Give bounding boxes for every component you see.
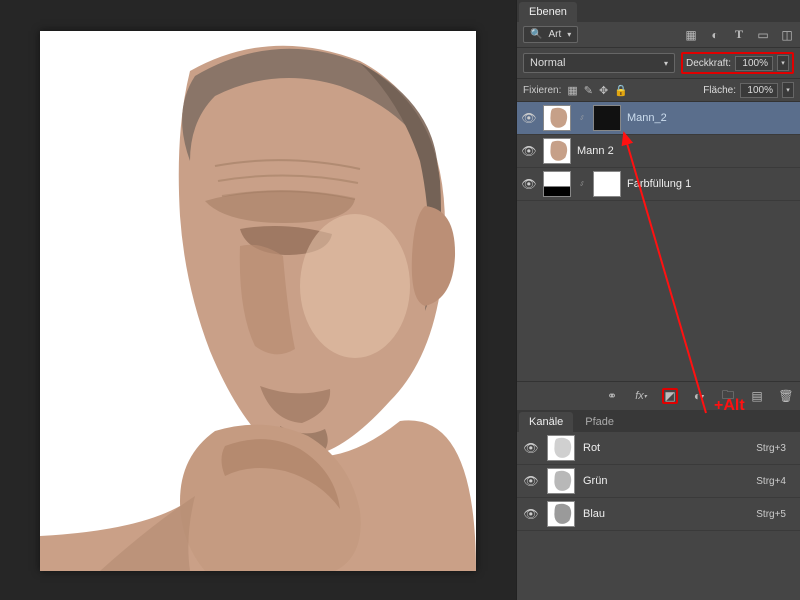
lock-all-icon[interactable]: 🔒 bbox=[614, 84, 628, 97]
layer-name-label: Mann_2 bbox=[627, 112, 667, 124]
fill-value[interactable]: 100% bbox=[740, 83, 778, 98]
fill-dropdown-icon[interactable]: ▾ bbox=[782, 82, 794, 98]
link-icon[interactable]: ⸉ bbox=[577, 178, 587, 191]
canvas-area bbox=[0, 0, 516, 600]
pixel-filter-icon[interactable]: ▦ bbox=[684, 28, 698, 42]
layer-item-mann2-masked[interactable]: 👁 ⸉ Mann_2 bbox=[517, 102, 800, 135]
delete-layer-icon[interactable]: 🗑 bbox=[778, 388, 794, 404]
lock-position-icon[interactable]: ✥ bbox=[599, 84, 608, 97]
channel-shortcut-label: Strg+5 bbox=[756, 509, 794, 520]
channel-thumbnail bbox=[547, 435, 575, 461]
canvas[interactable] bbox=[40, 31, 476, 571]
channel-list: 👁 Rot Strg+3 👁 Grün Strg+4 👁 bbox=[517, 432, 800, 531]
layer-fx-icon[interactable]: fx▾ bbox=[633, 388, 649, 404]
blend-mode-value: Normal bbox=[530, 57, 565, 69]
channels-panel: Kanäle Pfade 👁 Rot Strg+3 👁 G bbox=[517, 410, 800, 600]
filter-icons: ▦ ◐ T ▭ ◫ bbox=[684, 28, 794, 42]
adjustment-thumbnail[interactable] bbox=[543, 171, 571, 197]
link-icon[interactable]: ⸉ bbox=[577, 112, 587, 125]
fill-group: Fläche: 100% ▾ bbox=[703, 82, 794, 98]
type-filter-icon[interactable]: T bbox=[732, 28, 746, 42]
workspace: Ebenen 🔍 Art ▾ ▦ ◐ T ▭ ◫ Normal bbox=[0, 0, 800, 600]
chevron-down-icon: ▾ bbox=[664, 59, 668, 68]
channel-name-label: Rot bbox=[583, 442, 600, 454]
tab-channels[interactable]: Kanäle bbox=[519, 412, 573, 432]
layer-name-label: Mann 2 bbox=[577, 145, 614, 157]
channel-item-green[interactable]: 👁 Grün Strg+4 bbox=[517, 465, 800, 498]
channel-shortcut-label: Strg+3 bbox=[756, 443, 794, 454]
channel-item-red[interactable]: 👁 Rot Strg+3 bbox=[517, 432, 800, 465]
lock-row: Fixieren: ▦ ✎ ✥ 🔒 Fläche: 100% ▾ bbox=[517, 79, 800, 102]
opacity-dropdown-icon[interactable]: ▾ bbox=[777, 55, 789, 71]
opacity-value[interactable]: 100% bbox=[735, 56, 773, 71]
channel-name-label: Blau bbox=[583, 508, 605, 520]
visibility-eye-icon[interactable]: 👁 bbox=[521, 111, 537, 125]
lock-label: Fixieren: bbox=[523, 85, 561, 96]
visibility-eye-icon[interactable]: 👁 bbox=[523, 474, 539, 488]
new-group-icon[interactable]: 🗀 bbox=[720, 388, 736, 404]
new-layer-icon[interactable]: ▤ bbox=[749, 388, 765, 404]
visibility-eye-icon[interactable]: 👁 bbox=[523, 507, 539, 521]
layer-name-label: Farbfüllung 1 bbox=[627, 178, 691, 190]
layer-thumbnail[interactable] bbox=[543, 138, 571, 164]
add-mask-icon[interactable]: ◩ bbox=[662, 388, 678, 404]
channel-shortcut-label: Strg+4 bbox=[756, 476, 794, 487]
visibility-eye-icon[interactable]: 👁 bbox=[523, 441, 539, 455]
channel-item-blue[interactable]: 👁 Blau Strg+5 bbox=[517, 498, 800, 531]
layer-thumbnail[interactable] bbox=[543, 105, 571, 131]
smartobj-filter-icon[interactable]: ◫ bbox=[780, 28, 794, 42]
layers-panel-footer: ⚭ fx▾ ◩ ◐▾ 🗀 ▤ 🗑 bbox=[517, 381, 800, 410]
layer-filter-row: 🔍 Art ▾ ▦ ◐ T ▭ ◫ bbox=[517, 22, 800, 48]
layer-item-colorfill[interactable]: 👁 ⸉ Farbfüllung 1 bbox=[517, 168, 800, 201]
lock-pixels-icon[interactable]: ✎ bbox=[584, 84, 593, 97]
channel-name-label: Grün bbox=[583, 475, 607, 487]
tab-paths[interactable]: Pfade bbox=[575, 412, 624, 432]
layer-mask-thumbnail[interactable] bbox=[593, 105, 621, 131]
channel-thumbnail bbox=[547, 501, 575, 527]
right-panels: Ebenen 🔍 Art ▾ ▦ ◐ T ▭ ◫ Normal bbox=[516, 0, 800, 600]
opacity-label: Deckkraft: bbox=[686, 58, 731, 69]
adjustment-filter-icon[interactable]: ◐ bbox=[708, 28, 722, 42]
kind-filter-label: Art bbox=[548, 29, 561, 40]
visibility-eye-icon[interactable]: 👁 bbox=[521, 177, 537, 191]
link-layers-icon[interactable]: ⚭ bbox=[604, 388, 620, 404]
visibility-eye-icon[interactable]: 👁 bbox=[521, 144, 537, 158]
layer-item-mann2[interactable]: 👁 Mann 2 bbox=[517, 135, 800, 168]
channel-thumbnail bbox=[547, 468, 575, 494]
fill-label: Fläche: bbox=[703, 85, 736, 96]
layer-list: 👁 ⸉ Mann_2 👁 Mann 2 bbox=[517, 102, 800, 201]
lock-transparent-icon[interactable]: ▦ bbox=[567, 84, 577, 97]
blend-row: Normal ▾ Deckkraft: 100% ▾ bbox=[517, 48, 800, 79]
adjustment-layer-icon[interactable]: ◐▾ bbox=[691, 388, 707, 404]
layers-panel: Ebenen 🔍 Art ▾ ▦ ◐ T ▭ ◫ Normal bbox=[517, 0, 800, 410]
shape-filter-icon[interactable]: ▭ bbox=[756, 28, 770, 42]
channels-panel-tabs: Kanäle Pfade bbox=[517, 410, 800, 432]
layer-mask-thumbnail[interactable] bbox=[593, 171, 621, 197]
layers-panel-tabs: Ebenen bbox=[517, 0, 800, 22]
blend-mode-select[interactable]: Normal ▾ bbox=[523, 53, 675, 73]
tab-layers[interactable]: Ebenen bbox=[519, 2, 577, 22]
opacity-group-highlight: Deckkraft: 100% ▾ bbox=[681, 52, 794, 74]
lock-icons: ▦ ✎ ✥ 🔒 bbox=[567, 84, 628, 97]
search-icon: 🔍 bbox=[530, 29, 542, 40]
chevron-down-icon: ▾ bbox=[567, 30, 571, 39]
layer-kind-filter[interactable]: 🔍 Art ▾ bbox=[523, 26, 578, 43]
